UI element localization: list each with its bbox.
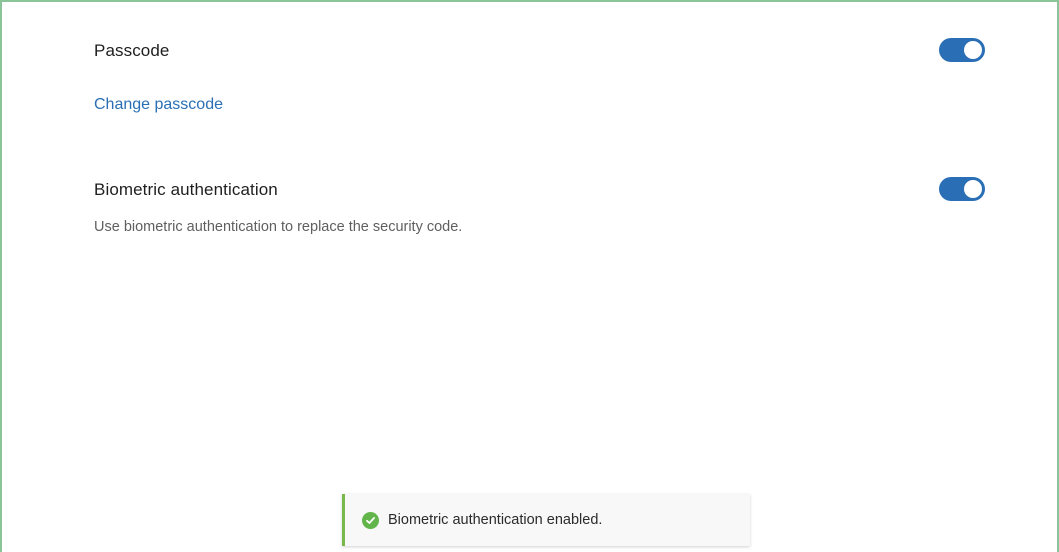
checkmark-icon bbox=[366, 516, 375, 524]
biometric-authentication-title: Biometric authentication bbox=[94, 180, 278, 199]
passcode-toggle[interactable] bbox=[939, 38, 985, 62]
biometric-authentication-description: Use biometric authentication to replace … bbox=[94, 219, 463, 235]
success-toast: Biometric authentication enabled. bbox=[342, 494, 750, 546]
change-passcode-link[interactable]: Change passcode bbox=[94, 96, 223, 114]
toggle-knob bbox=[964, 41, 982, 59]
settings-panel: Passcode Change passcode Biometric authe… bbox=[0, 0, 1059, 552]
passcode-title: Passcode bbox=[94, 41, 170, 60]
biometric-authentication-toggle[interactable] bbox=[939, 177, 985, 201]
toggle-knob bbox=[964, 180, 982, 198]
check-circle-icon bbox=[362, 511, 379, 529]
toast-message: Biometric authentication enabled. bbox=[388, 512, 603, 528]
